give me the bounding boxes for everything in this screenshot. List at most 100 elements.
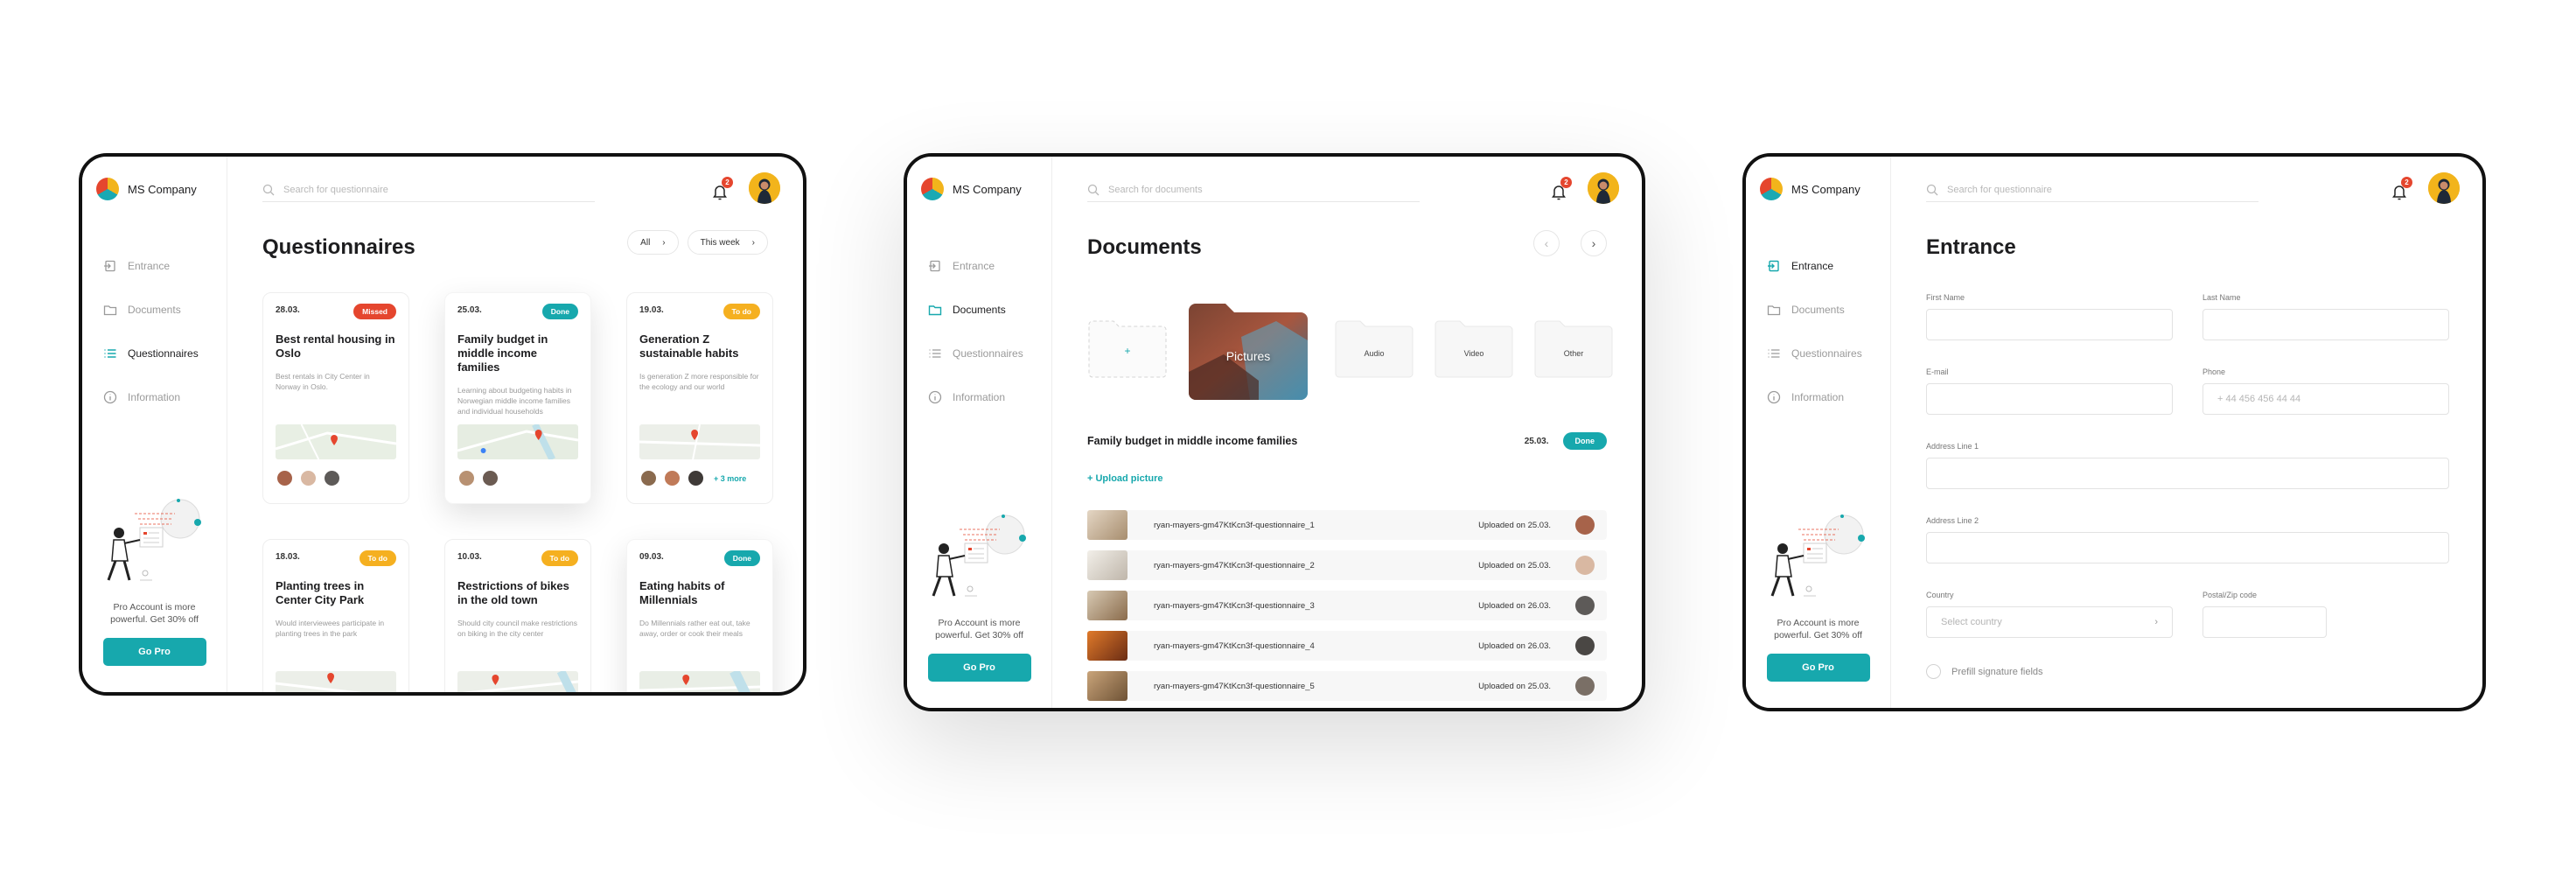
filter-label: This week <box>700 237 740 248</box>
country-select[interactable]: Select country › <box>1926 606 2173 638</box>
promo-text: Pro Account is more powerful. Get 30% of… <box>935 617 1023 640</box>
ms-company-logo <box>1760 178 1783 200</box>
questionnaire-card[interactable]: 25.03. Done Family budget in middle inco… <box>444 292 591 504</box>
email-input[interactable] <box>1926 383 2173 415</box>
list-icon <box>103 346 117 360</box>
sidebar-item-documents[interactable]: Documents <box>1767 288 1889 332</box>
user-avatar-image <box>2428 172 2460 204</box>
go-pro-button[interactable]: Go Pro <box>1766 654 1870 682</box>
folder-other[interactable]: Other <box>1533 316 1614 379</box>
field-label: Address Line 2 <box>1926 516 1979 525</box>
list-icon <box>1767 346 1781 360</box>
first-name-input[interactable] <box>1926 309 2173 340</box>
folder-icon <box>1534 320 1613 378</box>
card-title: Family budget in middle income families <box>457 332 548 374</box>
file-row[interactable]: ryan-mayers-gm47KtKcn3f-questionnaire_4 … <box>1087 631 1607 661</box>
go-pro-button[interactable]: Go Pro <box>102 638 206 666</box>
filter-all-select[interactable]: All › <box>627 230 679 255</box>
sidebar-item-information[interactable]: Information <box>1767 375 1889 419</box>
topbar: Search for questionnaire 2 <box>262 171 780 209</box>
prefill-radio[interactable] <box>1926 664 1941 679</box>
file-uploaded: Uploaded on 25.03. <box>1478 560 1551 570</box>
search-placeholder: Search for questionnaire <box>1947 184 2052 195</box>
card-title: Restrictions of bikes in the old town <box>457 579 569 606</box>
phone-input[interactable]: + 44 456 456 44 44 <box>2203 383 2449 415</box>
file-row[interactable]: ryan-mayers-gm47KtKcn3f-questionnaire_5 … <box>1087 671 1607 701</box>
search-input[interactable]: Search for questionnaire <box>1926 178 2258 202</box>
questionnaire-card[interactable]: 10.03. To do Restrictions of bikes in th… <box>444 539 591 692</box>
address-line-1-input[interactable] <box>1926 458 2449 489</box>
address-line-2-input[interactable] <box>1926 532 2449 564</box>
sidebar-item-label: Documents <box>128 304 181 316</box>
search-input[interactable]: Search for documents <box>1087 178 1420 202</box>
file-row[interactable]: ryan-mayers-gm47KtKcn3f-questionnaire_1 … <box>1087 510 1607 540</box>
sidebar-item-entrance[interactable]: Entrance <box>928 244 1051 288</box>
status-badge: To do <box>359 550 396 566</box>
postal-code-field: Postal/Zip code <box>2203 591 2327 638</box>
info-icon <box>928 390 942 404</box>
brand[interactable]: MS Company <box>1760 178 1860 200</box>
avatar[interactable] <box>2428 172 2460 204</box>
notifications-button[interactable]: 2 <box>2391 177 2412 200</box>
questionnaire-card[interactable]: 28.03. Missed Best rental housing in Osl… <box>262 292 409 504</box>
search-input[interactable]: Search for questionnaire <box>262 178 595 202</box>
sidebar-item-label: Documents <box>1791 304 1845 316</box>
notifications-button[interactable]: 2 <box>712 177 733 200</box>
sidebar-item-label: Questionnaires <box>128 347 199 360</box>
next-button[interactable]: › <box>1581 230 1607 256</box>
folder-pictures[interactable]: Pictures <box>1189 302 1308 400</box>
entrance-screen: MS Company Entrance Documents Questionna… <box>1742 153 2486 711</box>
sidebar-item-information[interactable]: Information <box>103 375 226 419</box>
folder-audio[interactable]: Audio <box>1334 316 1414 379</box>
sidebar-item-questionnaires[interactable]: Questionnaires <box>103 332 226 375</box>
questionnaire-card[interactable]: 19.03. To do Generation Z sustainable ha… <box>626 292 773 504</box>
questionnaire-card[interactable]: 18.03. To do Planting trees in Center Ci… <box>262 539 409 692</box>
sidebar-item-questionnaires[interactable]: Questionnaires <box>928 332 1051 375</box>
document-date: 25.03. <box>1524 436 1549 446</box>
sidebar-item-questionnaires[interactable]: Questionnaires <box>1767 332 1889 375</box>
file-row[interactable]: ryan-mayers-gm47KtKcn3f-questionnaire_3 … <box>1087 591 1607 620</box>
brand[interactable]: MS Company <box>921 178 1022 200</box>
go-pro-button[interactable]: Go Pro <box>927 654 1031 682</box>
sidebar-item-entrance[interactable]: Entrance <box>1767 244 1889 288</box>
field-label: Postal/Zip code <box>2203 591 2258 599</box>
sidebar-item-documents[interactable]: Documents <box>103 288 226 332</box>
folder-label: + <box>1124 345 1131 357</box>
notifications-button[interactable]: 2 <box>1551 177 1572 200</box>
avatar[interactable] <box>749 172 780 204</box>
pro-illustration <box>932 514 1026 597</box>
more-participants-link[interactable]: + 3 more <box>714 474 746 483</box>
filters: All › This week › <box>627 230 768 255</box>
upload-picture-link[interactable]: + Upload picture <box>1087 473 1163 484</box>
last-name-input[interactable] <box>2203 309 2449 340</box>
avatar <box>299 469 318 487</box>
address-line-2-field: Address Line 2 <box>1926 516 2449 564</box>
page-title: Questionnaires <box>262 235 415 259</box>
card-title: Planting trees in Center City Park <box>276 579 365 606</box>
prefill-label: Prefill signature fields <box>1951 666 2043 677</box>
address-line-1-field: Address Line 1 <box>1926 442 2449 489</box>
notification-badge: 2 <box>722 177 733 188</box>
last-name-field: Last Name <box>2203 293 2449 340</box>
file-row[interactable]: ryan-mayers-gm47KtKcn3f-questionnaire_2 … <box>1087 550 1607 580</box>
postal-code-input[interactable] <box>2203 606 2327 638</box>
sidebar-item-entrance[interactable]: Entrance <box>103 244 226 288</box>
avatar[interactable] <box>1588 172 1619 204</box>
questionnaire-card[interactable]: 09.03. Done Eating habits of Millennials… <box>626 539 773 692</box>
prefill-signature-option[interactable]: Prefill signature fields <box>1926 664 2043 679</box>
brand[interactable]: MS Company <box>96 178 197 200</box>
sidebar-item-documents[interactable]: Documents <box>928 288 1051 332</box>
add-folder-button[interactable]: + <box>1087 316 1168 379</box>
status-badge: Done <box>723 550 760 566</box>
field-label: First Name <box>1926 293 1965 302</box>
sidebar-item-information[interactable]: Information <box>928 375 1051 419</box>
phone-placeholder: + 44 456 456 44 44 <box>2217 394 2301 404</box>
chevron-left-icon: ‹ <box>1544 236 1549 250</box>
company-name: MS Company <box>128 182 197 196</box>
folder-video[interactable]: Video <box>1434 316 1514 379</box>
pro-promo: Pro Account is more powerful. Get 30% of… <box>919 508 1039 682</box>
previous-button[interactable]: ‹ <box>1533 230 1560 256</box>
filter-week-select[interactable]: This week › <box>687 230 768 255</box>
page-title: Documents <box>1087 235 1202 259</box>
email-field: E-mail <box>1926 368 2173 415</box>
